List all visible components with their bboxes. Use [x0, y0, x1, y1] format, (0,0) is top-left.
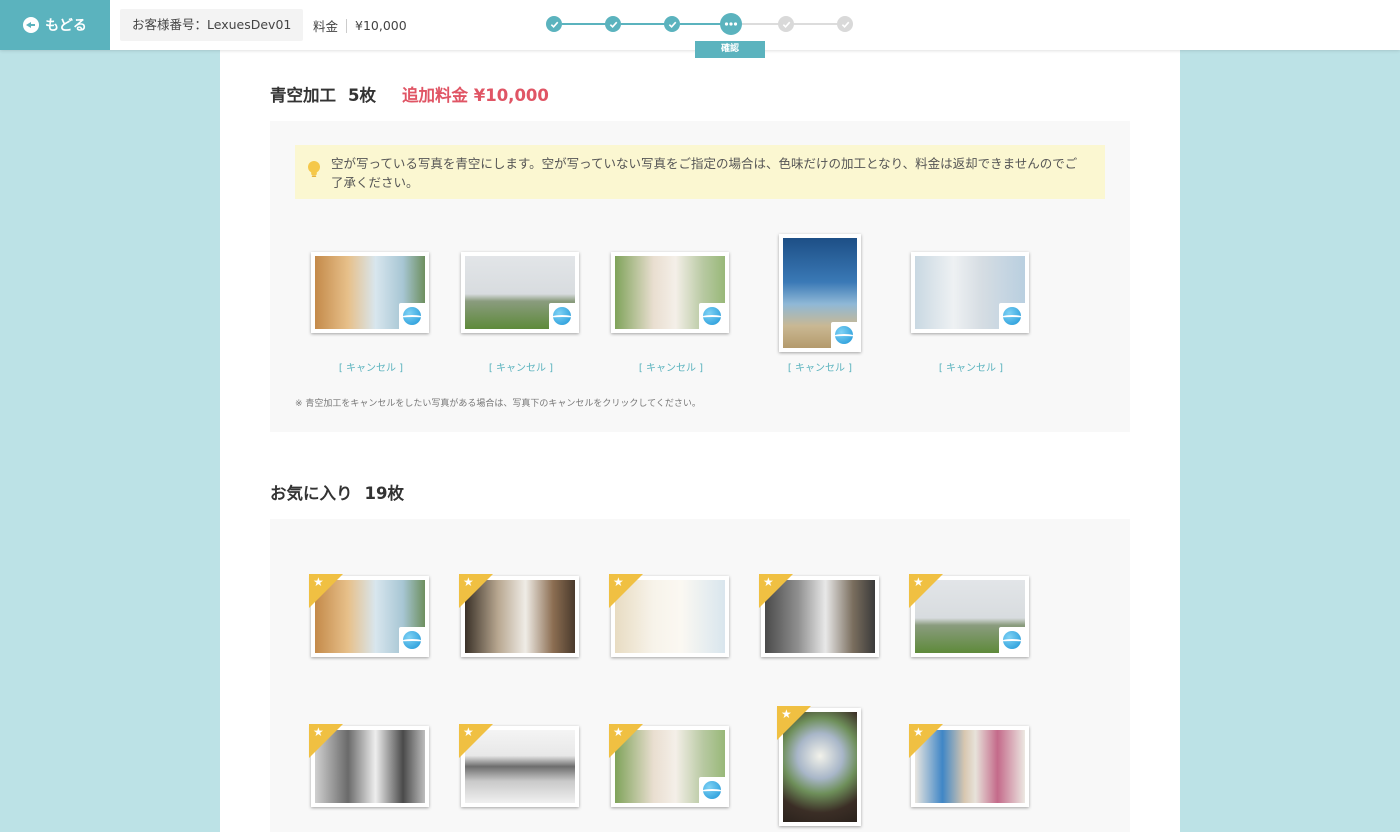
star-corner-icon: ★: [759, 574, 793, 608]
favorites-title: お気に入り: [270, 484, 353, 503]
bluesky-panel: 空が写っている写真を青空にします。空が写っていない写真をご指定の場合は、色味だけ…: [270, 121, 1130, 432]
cancel-link-5[interactable]: [ キャンセル ]: [911, 359, 1031, 374]
current-step-label: 確認: [695, 41, 765, 58]
ellipsis-icon: [724, 22, 738, 26]
favorite-photo-9[interactable]: ★: [777, 706, 861, 826]
bluesky-photo-2[interactable]: [461, 252, 579, 333]
cancel-link-4[interactable]: [ キャンセル ]: [760, 359, 880, 374]
lightbulb-icon: [308, 161, 320, 177]
bluesky-photo-4[interactable]: [779, 234, 861, 352]
progress-step-6: [837, 16, 853, 32]
progress-step-3: [664, 16, 680, 32]
bluesky-footnote: ※ 青空加工をキャンセルをしたい写真がある場合は、写真下のキャンセルをクリックし…: [295, 399, 701, 409]
bluesky-badge-icon: [699, 777, 725, 803]
main-content: 青空加工 5枚 追加料金 ¥10,000 空が写っている写真を青空にします。空が…: [220, 50, 1180, 832]
top-header: もどる お客様番号：LexuesDev01 料金 ¥10,000 確認: [0, 0, 1400, 58]
cancel-link-1[interactable]: [ キャンセル ]: [311, 359, 431, 374]
star-corner-icon: ★: [909, 724, 943, 758]
favorites-section-title: お気に入り 19枚: [270, 480, 404, 504]
progress-line: [562, 23, 606, 25]
favorite-photo-5[interactable]: ★: [909, 574, 1029, 657]
favorite-photo-1[interactable]: ★: [309, 574, 429, 657]
progress-line: [621, 23, 665, 25]
bluesky-badge-icon: [999, 303, 1025, 329]
bluesky-notice: 空が写っている写真を青空にします。空が写っていない写真をご指定の場合は、色味だけ…: [295, 145, 1105, 199]
star-corner-icon: ★: [309, 724, 343, 758]
favorite-photo-3[interactable]: ★: [609, 574, 729, 657]
bluesky-badge-icon: [399, 303, 425, 329]
favorite-photo-10[interactable]: ★: [909, 724, 1029, 807]
star-corner-icon: ★: [609, 574, 643, 608]
favorite-photo-4[interactable]: ★: [759, 574, 879, 657]
bluesky-photo-5[interactable]: [911, 252, 1029, 333]
bluesky-photo-1[interactable]: [311, 252, 429, 333]
progress-step-2: [605, 16, 621, 32]
bluesky-badge-icon: [699, 303, 725, 329]
bluesky-badge-icon: [549, 303, 575, 329]
cancel-link-2[interactable]: [ キャンセル ]: [461, 359, 581, 374]
bluesky-notice-text: 空が写っている写真を青空にします。空が写っていない写真をご指定の場合は、色味だけ…: [331, 156, 1078, 190]
favorite-photo-2[interactable]: ★: [459, 574, 579, 657]
star-corner-icon: ★: [459, 574, 493, 608]
bluesky-section-title: 青空加工 5枚 追加料金 ¥10,000: [270, 82, 549, 106]
star-corner-icon: ★: [459, 724, 493, 758]
star-corner-icon: ★: [609, 724, 643, 758]
bluesky-extra-fee: 追加料金 ¥10,000: [401, 86, 549, 105]
progress-step-5: [778, 16, 794, 32]
bluesky-badge-icon: [399, 627, 425, 653]
favorite-photo-7[interactable]: ★: [459, 724, 579, 807]
bluesky-photo-3[interactable]: [611, 252, 729, 333]
check-icon: [550, 21, 558, 28]
star-corner-icon: ★: [777, 706, 811, 740]
favorites-panel: ★ ★ ★ ★ ★ ★ ★ ★ ★ ★: [270, 519, 1130, 832]
bluesky-badge-icon: [999, 627, 1025, 653]
progress-step-4: [720, 13, 742, 35]
bluesky-count: 5枚: [348, 86, 376, 105]
favorite-photo-8[interactable]: ★: [609, 724, 729, 807]
star-corner-icon: ★: [909, 574, 943, 608]
progress-line: [680, 23, 722, 25]
check-icon: [841, 21, 849, 28]
check-icon: [609, 21, 617, 28]
favorite-photo-6[interactable]: ★: [309, 724, 429, 807]
check-icon: [668, 21, 676, 28]
progress-line: [741, 23, 779, 25]
bluesky-title: 青空加工: [270, 86, 336, 105]
bluesky-badge-icon: [831, 322, 857, 348]
star-corner-icon: ★: [309, 574, 343, 608]
favorites-count: 19枚: [364, 484, 404, 503]
progress-line: [794, 23, 838, 25]
cancel-link-3[interactable]: [ キャンセル ]: [611, 359, 731, 374]
progress-step-1: [546, 16, 562, 32]
check-icon: [782, 21, 790, 28]
